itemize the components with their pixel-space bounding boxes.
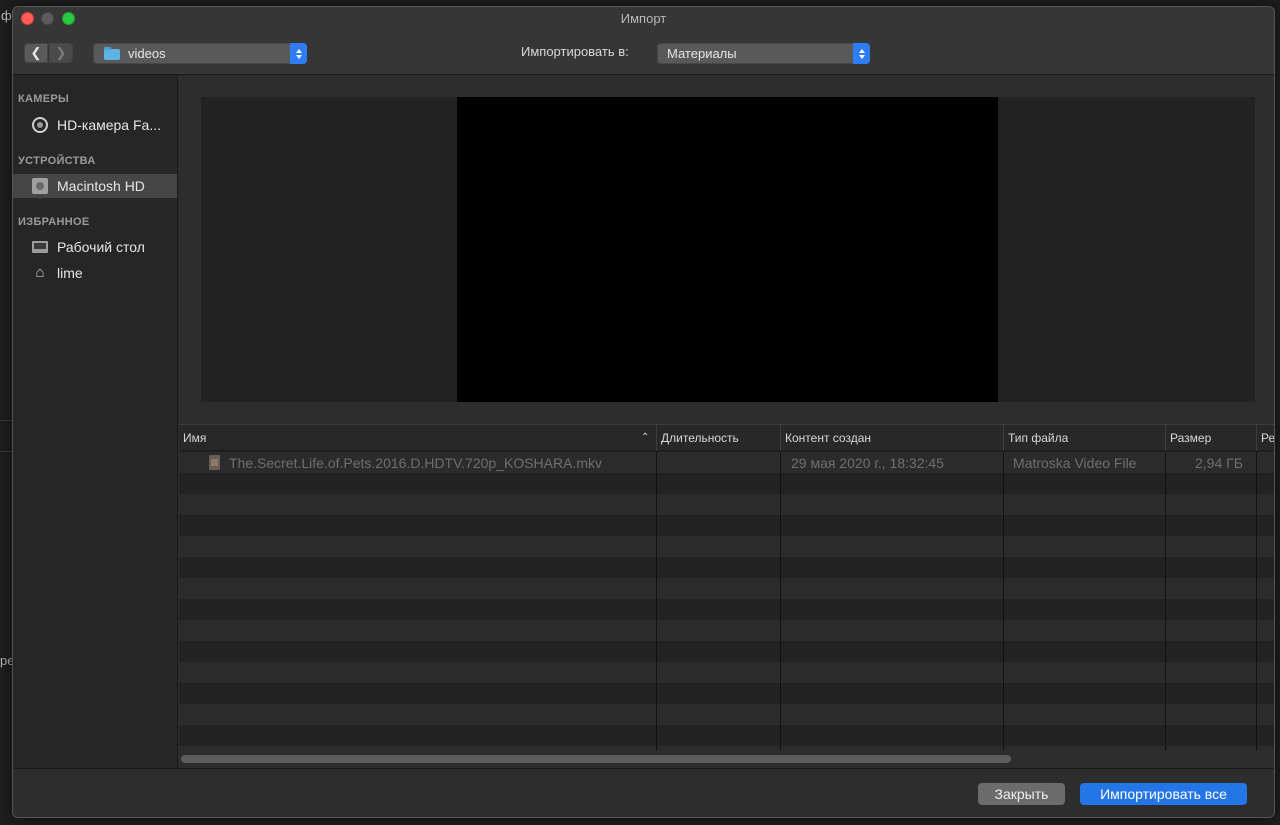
column-header-created[interactable]: Контент создан (785, 431, 871, 445)
sidebar-item-hd-camera[interactable]: HD-камера Fa... (13, 113, 177, 137)
column-divider (1165, 451, 1166, 750)
title-bar: Импорт ❮ ❯ videos Импортировать в: Матер… (13, 7, 1274, 75)
folder-select[interactable]: videos (93, 43, 307, 64)
empty-row (179, 725, 1274, 746)
folder-icon (104, 47, 120, 60)
column-separator[interactable] (1256, 425, 1257, 451)
file-type-cell: Matroska Video File (1013, 455, 1137, 471)
sidebar: КАМЕРЫ HD-камера Fa... УСТРОЙСТВА Macint… (13, 75, 178, 768)
file-name-cell: The.Secret.Life.of.Pets.2016.D.HDTV.720p… (229, 455, 602, 471)
sidebar-item-desktop[interactable]: Рабочий стол (13, 235, 177, 259)
chevron-right-icon: ❯ (55, 45, 67, 60)
updown-arrows-icon (853, 43, 870, 64)
column-separator[interactable] (1003, 425, 1004, 451)
home-icon: ⌂ (35, 264, 45, 281)
empty-row (179, 536, 1274, 557)
bottom-bar: Закрыть Импортировать все (13, 768, 1274, 817)
sidebar-item-label: lime (57, 265, 83, 281)
background-divider (0, 451, 12, 452)
empty-row (179, 683, 1274, 704)
sidebar-header-favorites: ИЗБРАННОЕ (18, 216, 90, 228)
video-preview[interactable] (457, 97, 998, 402)
desktop-icon (32, 241, 48, 253)
column-header-duration[interactable]: Длительность (661, 431, 739, 445)
empty-row (179, 641, 1274, 662)
background-app-text: ф (1, 8, 12, 23)
video-file-icon (209, 455, 220, 470)
close-button[interactable]: Закрыть (978, 783, 1065, 805)
column-divider (1003, 451, 1004, 750)
destination-select[interactable]: Материалы (657, 43, 870, 64)
file-size-cell: 2,94 ГБ (1195, 455, 1243, 471)
column-header-more[interactable]: Ре (1261, 431, 1274, 445)
chevron-left-icon: ❮ (30, 45, 42, 60)
sidebar-item-label: Macintosh HD (57, 178, 145, 194)
empty-row (179, 578, 1274, 599)
column-separator[interactable] (656, 425, 657, 451)
horizontal-scrollbar[interactable] (181, 755, 1011, 763)
camera-icon (32, 117, 48, 133)
sidebar-header-devices: УСТРОЙСТВА (18, 155, 96, 167)
forward-button[interactable]: ❯ (49, 43, 73, 63)
column-divider (1256, 451, 1257, 750)
file-table: Имя ⌃ Длительность Контент создан Тип фа… (179, 424, 1274, 750)
preview-frame (201, 97, 1255, 402)
updown-arrows-icon (290, 43, 307, 64)
column-separator[interactable] (780, 425, 781, 451)
column-divider (780, 451, 781, 750)
empty-row (179, 515, 1274, 536)
empty-row (179, 473, 1274, 494)
background-divider (0, 420, 12, 421)
table-row[interactable]: The.Secret.Life.of.Pets.2016.D.HDTV.720p… (179, 452, 1274, 473)
sidebar-item-lime[interactable]: ⌂ lime (13, 261, 177, 285)
import-dialog: Импорт ❮ ❯ videos Импортировать в: Матер… (12, 6, 1275, 818)
column-header-size[interactable]: Размер (1170, 431, 1211, 445)
empty-row (179, 704, 1274, 725)
sidebar-item-label: HD-камера Fa... (57, 117, 161, 133)
sidebar-header-cameras: КАМЕРЫ (18, 93, 70, 105)
disk-icon (32, 178, 48, 194)
sidebar-item-label: Рабочий стол (57, 239, 145, 255)
empty-row (179, 662, 1274, 683)
empty-row (179, 494, 1274, 515)
folder-select-value: videos (128, 46, 166, 61)
column-header-name[interactable]: Имя (183, 431, 206, 445)
empty-row (179, 557, 1274, 578)
table-header: Имя ⌃ Длительность Контент создан Тип фа… (179, 425, 1274, 451)
import-to-label: Импортировать в: (521, 44, 629, 59)
file-created-cell: 29 мая 2020 г., 18:32:45 (791, 455, 944, 471)
preview-area (179, 75, 1274, 424)
empty-row (179, 746, 1274, 750)
empty-row (179, 599, 1274, 620)
column-header-file-type[interactable]: Тип файла (1008, 431, 1068, 445)
sidebar-item-macintosh-hd[interactable]: Macintosh HD (13, 174, 177, 198)
back-button[interactable]: ❮ (24, 43, 48, 63)
column-divider (656, 451, 657, 750)
destination-select-value: Материалы (667, 46, 737, 61)
column-separator[interactable] (1165, 425, 1166, 451)
empty-row (179, 620, 1274, 641)
window-title: Импорт (620, 11, 667, 26)
sort-ascending-icon: ⌃ (641, 432, 650, 443)
import-all-button[interactable]: Импортировать все (1080, 783, 1247, 805)
